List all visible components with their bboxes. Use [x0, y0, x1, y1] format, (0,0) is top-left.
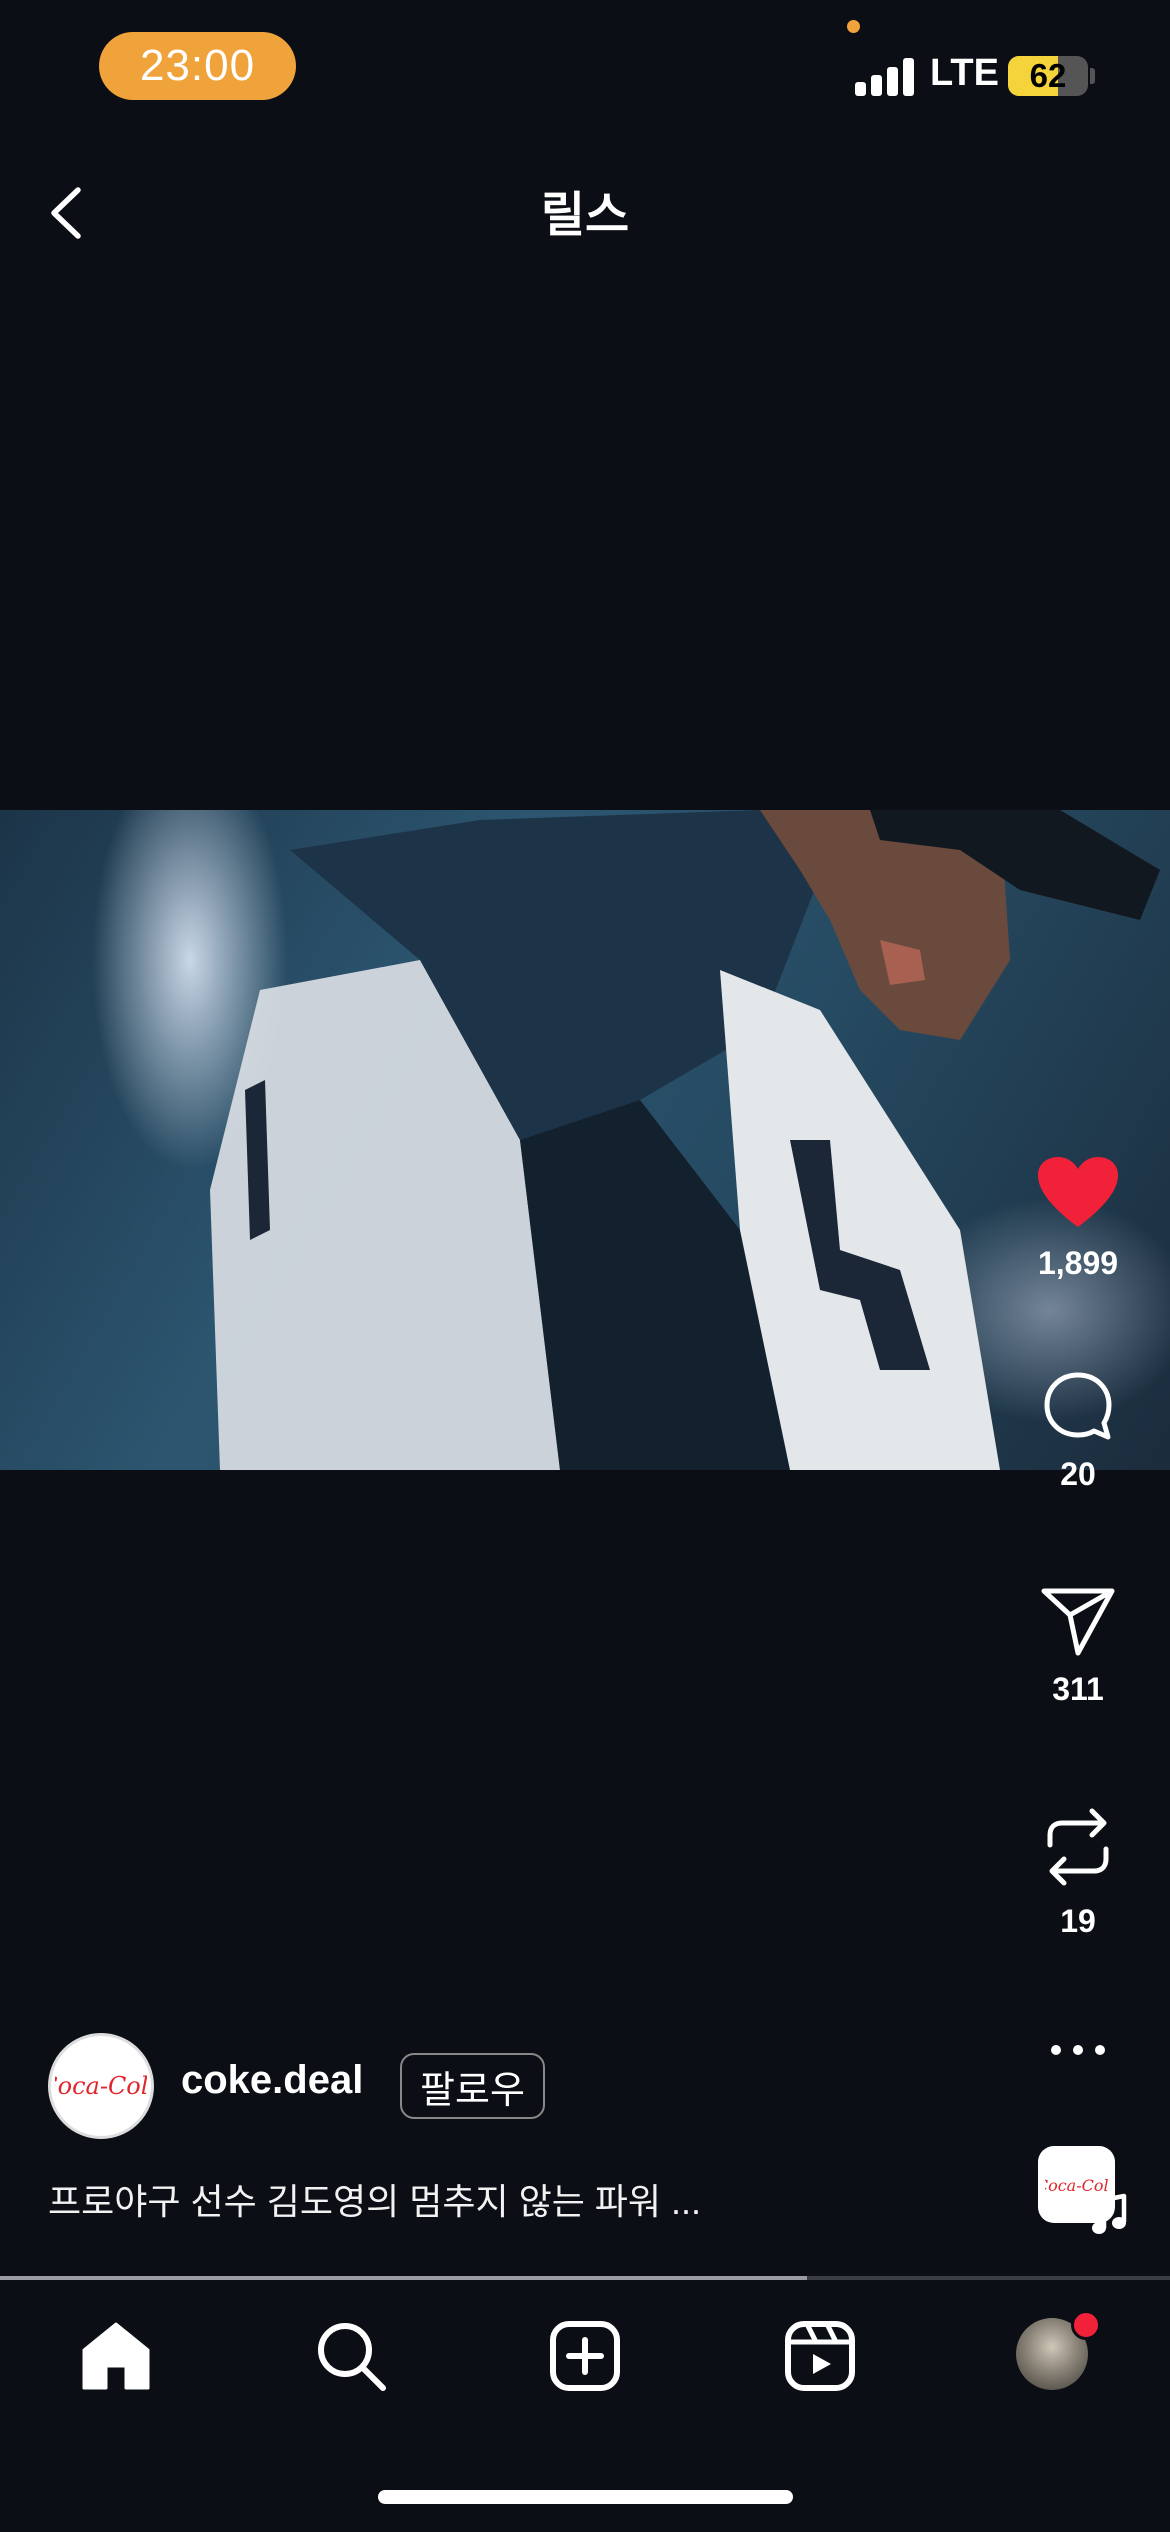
heart-icon: [1038, 1157, 1118, 1227]
remix-button[interactable]: 19: [1018, 1805, 1138, 1940]
reels-icon[interactable]: [782, 2318, 858, 2394]
svg-text:Coca-Cola: Coca-Cola: [55, 2072, 147, 2100]
account-avatar[interactable]: Coca-Cola: [48, 2033, 154, 2139]
more-dots-icon: [1051, 2045, 1105, 2055]
playback-progress-bar[interactable]: [0, 2276, 1170, 2280]
video-frame-image: [210, 810, 1160, 1470]
share-button[interactable]: 311: [1018, 1585, 1138, 1708]
playback-progress-fill: [0, 2276, 808, 2280]
paper-plane-icon: [1041, 1588, 1115, 1656]
search-icon[interactable]: [313, 2318, 389, 2394]
music-note-icon: [1092, 2193, 1127, 2234]
remix-count: 19: [1060, 1903, 1096, 1939]
home-icon[interactable]: [78, 2318, 154, 2394]
battery-level: 62: [1029, 57, 1067, 94]
home-indicator: [378, 2490, 793, 2504]
username[interactable]: coke.deal: [181, 2058, 363, 2103]
privacy-indicator-dot: [847, 20, 860, 33]
signal-icon: [855, 58, 917, 96]
coca-cola-logo: Coca-Cola: [55, 2072, 147, 2100]
comment-bubble-icon: [1044, 1372, 1112, 1440]
battery-tip: [1090, 68, 1095, 84]
page-title: 릴스: [540, 189, 630, 242]
like-button[interactable]: 1,899: [1018, 1155, 1138, 1282]
create-icon[interactable]: [547, 2318, 623, 2394]
like-count: 1,899: [1037, 1245, 1119, 1281]
share-count: 311: [1052, 1671, 1104, 1707]
battery-icon: 62: [1008, 56, 1088, 96]
network-type: LTE: [930, 52, 999, 94]
status-time: 23:00: [99, 32, 296, 100]
notification-dot: [1071, 2310, 1101, 2340]
reel-video[interactable]: [0, 810, 1170, 1470]
comment-button[interactable]: 20: [1018, 1370, 1138, 1493]
caption-text[interactable]: 프로야구 선수 김도영의 멈추지 않는 파워 ...: [48, 2173, 701, 2225]
follow-button[interactable]: 팔로우: [400, 2053, 545, 2119]
more-options-button[interactable]: [1018, 2040, 1138, 2060]
comment-count: 20: [1060, 1456, 1096, 1492]
repost-icon: [1047, 1808, 1109, 1886]
